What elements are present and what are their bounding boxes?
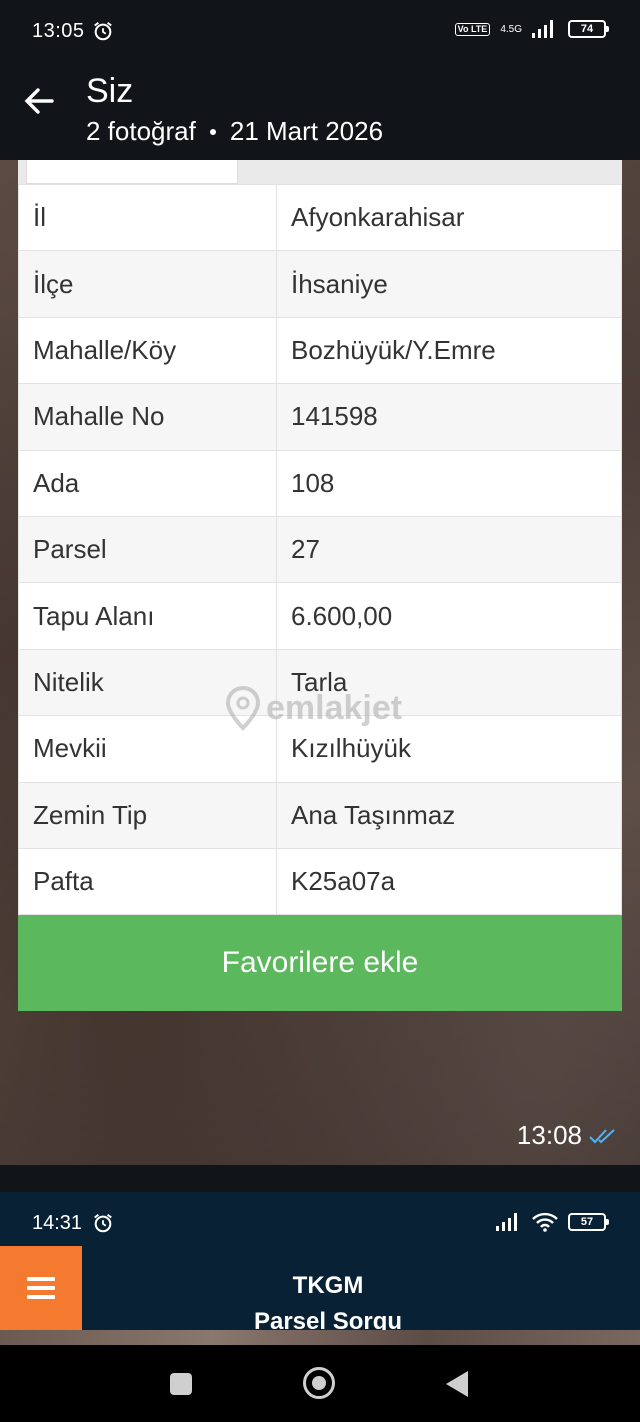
row-key: Mahalle/Köy <box>18 316 277 385</box>
row-value: İhsaniye <box>276 250 622 318</box>
row-value: 27 <box>276 515 622 584</box>
tab-strip <box>18 160 622 184</box>
status-time: 13:05 <box>32 20 85 42</box>
viewer-subtitle: 2 fotoğraf 21 Mart 2026 <box>86 116 383 147</box>
location-pin-icon <box>225 685 261 731</box>
row-value: Afyonkarahisar <box>276 183 622 252</box>
table-row: Mahalle No 141598 <box>18 383 622 451</box>
photo-view[interactable]: İl Afyonkarahisar İlçe İhsaniye Mahalle/Köy B… <box>0 160 640 1165</box>
network-type: 4.5G <box>500 23 522 35</box>
table-row: İlçe İhsaniye <box>18 250 622 318</box>
signal-icon <box>532 20 553 38</box>
add-to-favorites-button[interactable]: Favorilere ekle <box>18 915 622 1011</box>
table-row: Ada 108 <box>18 449 622 517</box>
row-value: K25a07a <box>276 847 622 916</box>
table-row: İl Afyonkarahisar <box>18 183 622 252</box>
table-row: Mahalle/Köy Bozhüyük/Y.Emre <box>18 316 622 385</box>
back-arrow-icon[interactable] <box>22 84 56 118</box>
status-icons: Vo LTE 4.5G 74 <box>454 20 609 38</box>
table-row: Zemin Tip Ana Taşınmaz <box>18 781 622 849</box>
table-row: Tapu Alanı 6.600,00 <box>18 582 622 650</box>
message-timestamp: 13:08 <box>517 1120 618 1151</box>
row-value: 108 <box>276 449 622 517</box>
map-edge <box>0 1330 640 1345</box>
home-icon[interactable] <box>303 1367 335 1399</box>
screen: 13:05 Vo LTE 4.5G 74 Siz 2 fotoğraf 21 M… <box>0 0 640 1422</box>
table-row: Parsel 27 <box>18 515 622 584</box>
watermark: emlakjet <box>224 685 402 731</box>
second-status-icons: 57 <box>496 1212 609 1232</box>
photo-count: 2 fotoğraf <box>86 116 196 146</box>
active-tab <box>26 160 238 184</box>
parcel-info-table: İl Afyonkarahisar İlçe İhsaniye Mahalle/Köy B… <box>18 183 622 916</box>
alarm-icon <box>94 1213 112 1233</box>
viewer-title: Siz <box>86 72 134 110</box>
row-key: Ada <box>18 449 277 517</box>
row-key: İlçe <box>18 250 277 318</box>
message-time: 13:08 <box>516 1120 582 1150</box>
row-value: Bozhüyük/Y.Emre <box>276 316 622 385</box>
status-bar: 13:05 Vo LTE 4.5G 74 <box>0 0 640 64</box>
hamburger-icon <box>27 1277 55 1299</box>
row-value: 141598 <box>276 383 622 451</box>
read-check-icon <box>589 1128 615 1143</box>
watermark-text: emlakjet <box>266 688 403 727</box>
row-key: Tapu Alanı <box>18 582 277 650</box>
alarm-icon <box>94 21 112 41</box>
navigation-bar <box>0 1345 640 1422</box>
wifi-icon <box>532 1212 558 1232</box>
signal-icon <box>496 1213 517 1231</box>
menu-button[interactable] <box>0 1246 82 1330</box>
second-screenshot: 14:31 57 TKGM Parsel Sorgu <box>0 1192 640 1345</box>
separator-dot <box>209 128 216 135</box>
photo-date: 21 Mart 2026 <box>229 116 384 146</box>
row-value: 6.600,00 <box>276 582 622 650</box>
divider <box>0 1165 640 1192</box>
battery-icon: 74 <box>568 20 609 38</box>
viewer-header: Siz 2 fotoğraf 21 Mart 2026 <box>0 64 640 160</box>
row-key: Mahalle No <box>18 383 277 451</box>
row-key: İl <box>18 183 277 252</box>
volte-icon: Vo LTE <box>454 22 491 36</box>
row-key: Parsel <box>18 515 277 584</box>
battery-icon: 57 <box>568 1213 609 1231</box>
table-row: Pafta K25a07a <box>18 847 622 916</box>
back-icon[interactable] <box>446 1371 468 1397</box>
app-title-line1: TKGM <box>292 1272 364 1299</box>
row-key: Pafta <box>18 847 277 916</box>
second-status-time: 14:31 <box>32 1212 83 1234</box>
row-key: Zemin Tip <box>18 781 277 849</box>
row-value: Ana Taşınmaz <box>276 781 622 849</box>
recents-icon[interactable] <box>170 1373 192 1395</box>
